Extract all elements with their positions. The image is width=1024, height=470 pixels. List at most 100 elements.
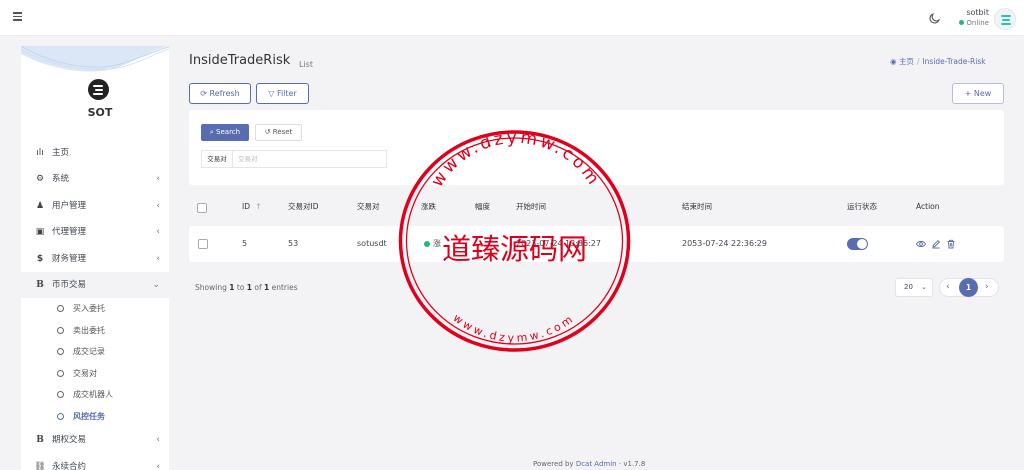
sidebar-subitem[interactable]: 风控任务 — [21, 406, 169, 428]
online-dot — [959, 20, 965, 25]
edit-icon[interactable] — [931, 239, 941, 249]
cell-pair: sotusdt — [357, 239, 387, 248]
user-info[interactable]: sotbit Online — [955, 8, 989, 30]
page-title: InsideTradeRisk — [189, 53, 291, 68]
sidebar-item[interactable]: $ 财务管理 ‹ — [21, 246, 169, 272]
brand-logo[interactable] — [88, 79, 109, 100]
filter-button[interactable]: ▽ Filter — [256, 83, 309, 104]
brand-name: SOT — [87, 106, 113, 119]
reset-button[interactable]: ↺ Reset — [255, 124, 302, 141]
cell-id: 5 — [242, 239, 248, 248]
cell-start-time: 2023-07-24 13:36:27 — [516, 239, 601, 248]
pagination: ‹ 1 › — [939, 278, 999, 297]
footer-link[interactable]: Dcat Admin — [576, 460, 617, 468]
column-header-end-time: 结束时间 — [682, 202, 712, 211]
chevron-left-icon: ‹ — [156, 200, 160, 211]
sidebar-item[interactable]: ılı 主页 — [21, 140, 169, 166]
column-header-id[interactable]: ID ↑ — [242, 193, 262, 221]
column-header-action: Action — [916, 202, 940, 211]
id-card-icon: ▣ — [35, 227, 45, 238]
chevron-left-icon: ‹ — [156, 253, 160, 264]
sidebar-item[interactable]: B 币币交易 ⌄ — [21, 271, 169, 299]
breadcrumb-home[interactable]: 主页 — [899, 57, 914, 66]
cell-end-time: 2053-07-24 22:36:29 — [682, 239, 767, 248]
refresh-button[interactable]: ⟳ Refresh — [189, 83, 251, 104]
breadcrumb-current: Inside-Trade-Risk — [922, 57, 986, 66]
page-button-current[interactable]: 1 — [959, 278, 978, 297]
refresh-icon: ⟳ — [200, 89, 207, 98]
table-header: ID ↑ 交易对ID 交易对 涨跌 幅度 开始时间 结束时间 运行状态 Acti… — [189, 193, 1004, 221]
column-header-range: 幅度 — [475, 202, 490, 211]
bitcoin-icon: B — [36, 435, 44, 446]
dollar-icon: $ — [36, 253, 44, 264]
search-button[interactable]: ⌕ Search — [201, 124, 249, 141]
gear-icon: ⚙ — [35, 174, 45, 185]
column-header-pair: 交易对 — [357, 202, 380, 211]
link-icon: ⛓ — [34, 461, 46, 470]
undo-icon: ↺ — [264, 128, 271, 136]
cell-pair-id: 53 — [288, 239, 299, 248]
filter-panel: ⌕ Search ↺ Reset 交易对 — [189, 110, 1004, 185]
circle-icon — [57, 391, 64, 399]
sidebar-item[interactable]: ▣ 代理管理 ‹ — [21, 219, 169, 245]
column-header-pair-id: 交易对ID — [288, 202, 319, 211]
circle-icon — [57, 412, 64, 420]
moon-icon[interactable] — [929, 12, 941, 24]
sidebar-item[interactable]: ⚙ 系统 ‹ — [21, 166, 169, 192]
new-button[interactable]: + New — [952, 83, 1004, 104]
cell-direction: 涨 — [433, 239, 441, 248]
user-icon: ♟ — [35, 200, 45, 211]
sidebar-subitem[interactable]: 卖出委托 — [21, 320, 169, 342]
sidebar-item-label: 期权交易 — [52, 435, 87, 446]
pagination-summary: Showing 1 to 1 of 1 entries — [195, 283, 298, 292]
sidebar-item-label: 系统 — [52, 174, 70, 185]
sidebar-menu: ılı 主页 ⚙ 系统 ‹ ♟ 用户管理 ‹ ▣ 代理管理 ‹ $ 财务管理 ‹ B 币币交易 ⌄ 买入委托 卖出委… — [21, 140, 169, 470]
top-navbar: sotbit Online — [0, 0, 1024, 36]
chevron-left-icon: ‹ — [156, 227, 160, 238]
hamburger-icon[interactable] — [13, 12, 22, 21]
bar-chart-icon: ılı — [36, 148, 44, 158]
search-icon: ⌕ — [209, 128, 214, 136]
footer: Powered by Dcat Admin · v1.7.8 — [533, 460, 646, 468]
sidebar-subitem-label: 成交记录 — [73, 347, 105, 357]
sidebar-item-label: 币币交易 — [52, 279, 87, 290]
user-name: sotbit — [966, 8, 989, 17]
eye-icon[interactable] — [916, 239, 926, 249]
trash-icon[interactable] — [946, 239, 956, 249]
trading-pair-filter-input[interactable] — [232, 150, 387, 168]
plus-icon: + — [964, 89, 972, 98]
breadcrumb: ◉ 主页 / Inside-Trade-Risk — [890, 57, 986, 66]
stamp-url-bottom: www.dzymw.com — [451, 311, 575, 344]
sidebar-subitem-label: 卖出委托 — [73, 325, 105, 335]
circle-icon — [57, 305, 64, 313]
funnel-icon: ▽ — [268, 89, 275, 98]
sidebar-item-label: 用户管理 — [52, 200, 87, 211]
sidebar-item[interactable]: ⛓ 永续合约 ‹ — [21, 454, 169, 470]
prev-page-button[interactable]: ‹ — [946, 279, 950, 296]
sidebar-subitem-label: 风控任务 — [73, 411, 105, 421]
filter-field-label: 交易对 — [201, 150, 232, 168]
column-header-status: 运行状态 — [847, 202, 877, 211]
sidebar-item-label: 主页 — [52, 148, 70, 158]
sidebar-item[interactable]: ♟ 用户管理 ‹ — [21, 193, 169, 219]
avatar[interactable] — [994, 8, 1016, 30]
status-dot — [424, 241, 430, 247]
column-header-start-time: 开始时间 — [516, 202, 546, 211]
sidebar-subitem[interactable]: 买入委托 — [21, 298, 169, 320]
select-all-checkbox[interactable] — [197, 203, 207, 213]
sidebar-subitem[interactable]: 交易对 — [21, 363, 169, 385]
sidebar-item-label: 财务管理 — [52, 253, 87, 264]
running-status-toggle[interactable] — [847, 238, 868, 250]
sidebar-subitem[interactable]: 成交记录 — [21, 341, 169, 363]
next-page-button[interactable]: › — [985, 279, 989, 296]
sidebar-item[interactable]: B 期权交易 ‹ — [21, 427, 169, 453]
chevron-down-icon: ⌄ — [152, 279, 160, 290]
sort-icon[interactable]: ↑ — [255, 202, 261, 211]
row-checkbox[interactable] — [198, 239, 208, 249]
per-page-select[interactable]: 20 ⌄ — [895, 278, 933, 297]
chevron-left-icon: ‹ — [156, 461, 160, 470]
sidebar-subitem-label: 成交机器人 — [73, 390, 113, 400]
sidebar: SOT ılı 主页 ⚙ 系统 ‹ ♟ 用户管理 ‹ ▣ 代理管理 ‹ $ 财务管理 ‹ B 币币交易 ⌄ 买入委… — [21, 46, 169, 470]
sidebar-subitem[interactable]: 成交机器人 — [21, 384, 169, 406]
circle-icon — [57, 326, 64, 334]
